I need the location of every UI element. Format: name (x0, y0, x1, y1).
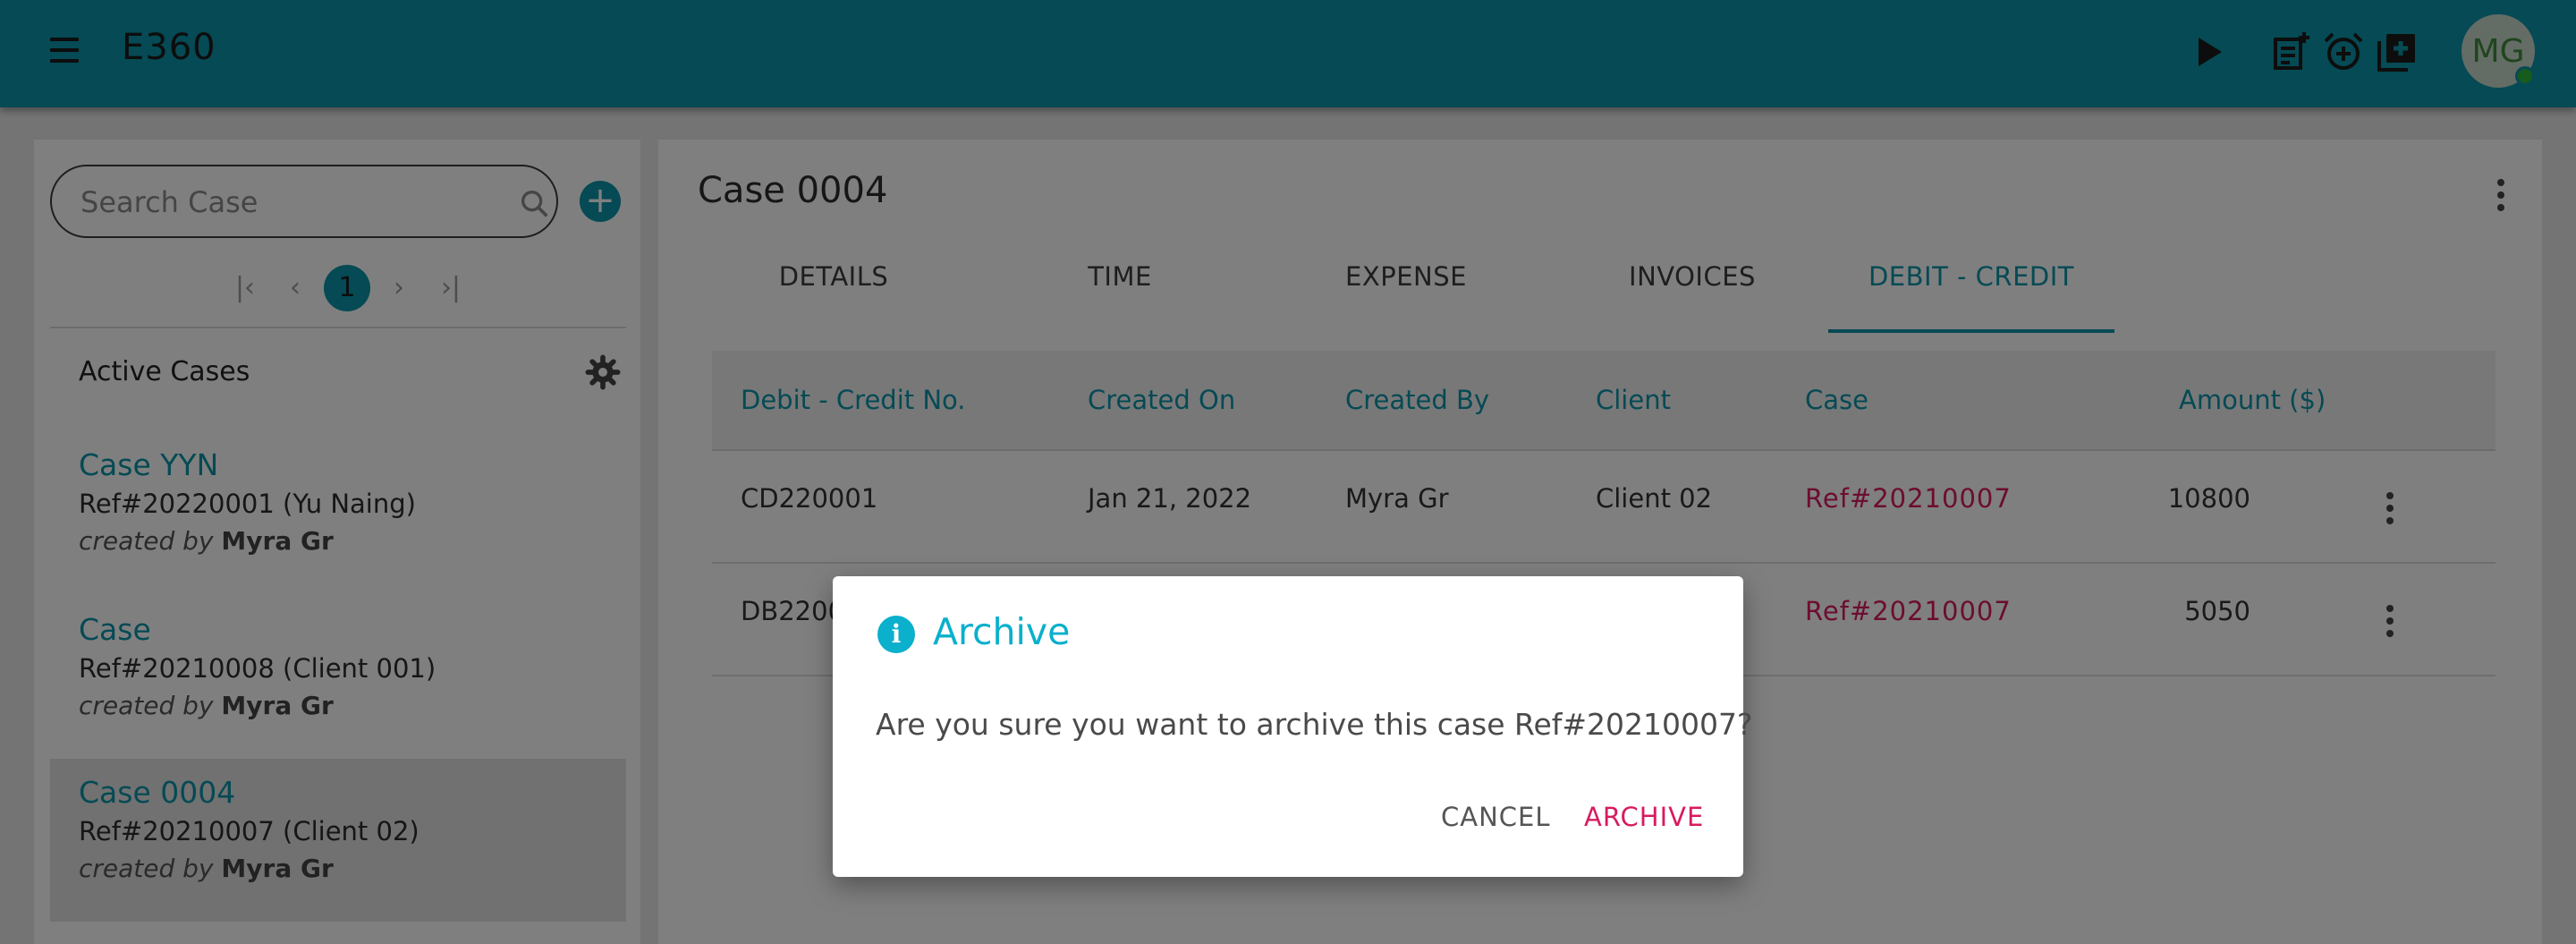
archive-button[interactable]: ARCHIVE (1584, 802, 1704, 832)
cancel-button[interactable]: CANCEL (1441, 802, 1551, 832)
info-icon: i (877, 616, 915, 653)
dialog-title: Archive (933, 610, 1071, 653)
archive-dialog: i Archive Are you sure you want to archi… (833, 576, 1753, 877)
dialog-message: Are you sure you want to archive this ca… (876, 707, 1753, 742)
